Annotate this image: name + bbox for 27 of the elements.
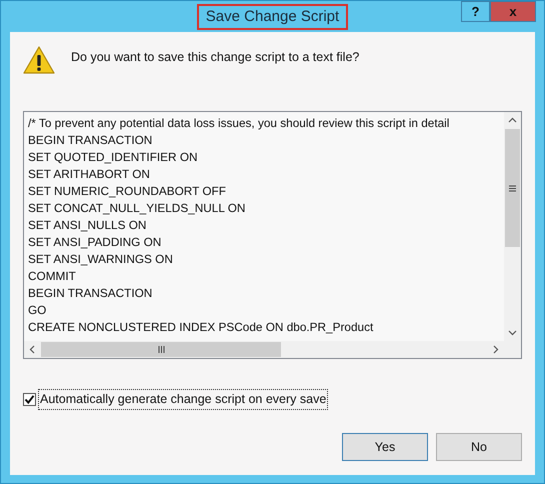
horizontal-scroll-thumb[interactable] xyxy=(41,342,281,357)
window-title: Save Change Script xyxy=(196,4,348,30)
script-line: SET ANSI_NULLS ON xyxy=(28,217,146,234)
script-line: SET ARITHABORT ON xyxy=(28,166,150,183)
grip-icon xyxy=(158,346,164,353)
script-line: SET ANSI_WARNINGS ON xyxy=(28,251,173,268)
help-button[interactable]: ? xyxy=(461,1,490,22)
script-line: SET ANSI_PADDING ON xyxy=(28,234,162,251)
script-line: SET CONCAT_NULL_YIELDS_NULL ON xyxy=(28,200,246,217)
script-line: CREATE NONCLUSTERED INDEX PSCode ON dbo.PR_Product xyxy=(28,319,374,336)
script-line: BEGIN TRANSACTION xyxy=(28,285,152,302)
grip-icon xyxy=(509,184,516,192)
script-line: SET NUMERIC_ROUNDABORT OFF xyxy=(28,183,226,200)
script-line: SET QUOTED_IDENTIFIER ON xyxy=(28,149,198,166)
script-text-area[interactable] xyxy=(23,111,522,359)
script-line: GO xyxy=(28,302,46,319)
dialog-button[interactable]: No xyxy=(436,433,522,461)
script-line: COMMIT xyxy=(28,268,76,285)
dialog-button[interactable]: Yes xyxy=(342,433,428,461)
vertical-scroll-thumb[interactable] xyxy=(505,129,520,247)
script-line: /* To prevent any potential data loss issues, you should review this script in detail xyxy=(28,115,450,132)
checkbox[interactable] xyxy=(23,392,36,406)
message-text: Do you want to save this change script to a text file? xyxy=(71,49,360,66)
warning-icon xyxy=(23,46,55,75)
close-button[interactable]: x xyxy=(490,1,536,22)
script-line: BEGIN TRANSACTION xyxy=(28,132,152,149)
checkbox-label[interactable]: Automatically generate change script on every save xyxy=(38,389,328,410)
